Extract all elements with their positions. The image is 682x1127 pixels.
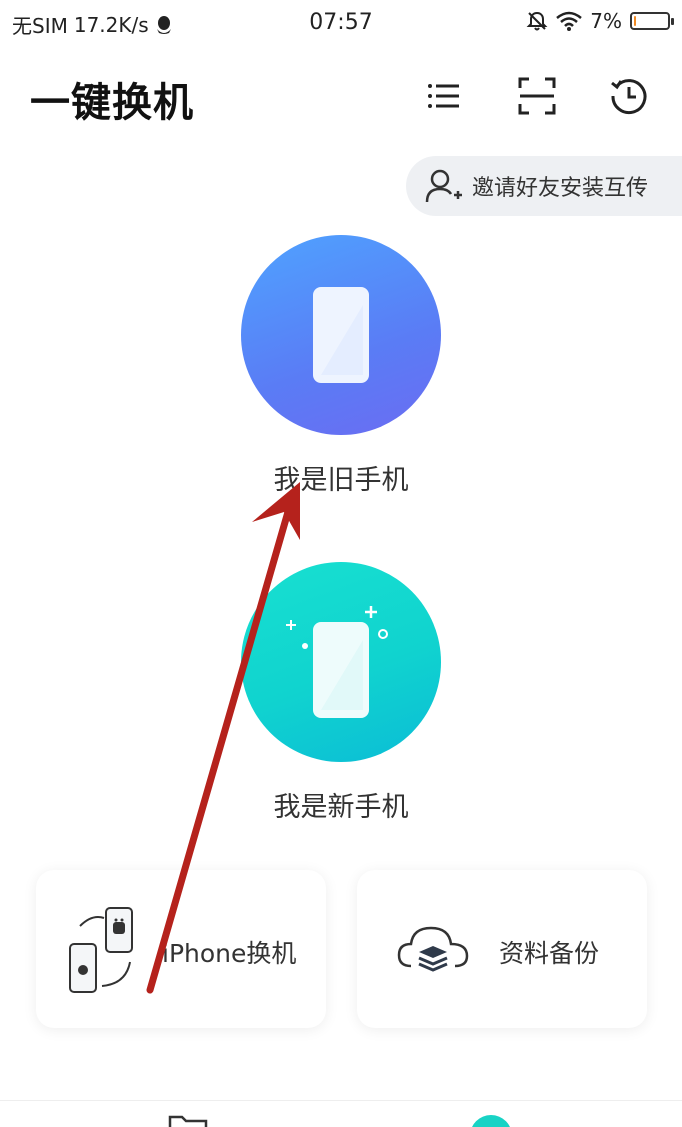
- status-right: 7%: [526, 9, 674, 33]
- list-icon[interactable]: [421, 74, 465, 118]
- new-phone-label[interactable]: 我是新手机: [0, 785, 682, 824]
- invite-label: 邀请好友安装互传: [472, 176, 649, 201]
- data-backup-label: 资料备份: [499, 939, 600, 968]
- old-phone-button[interactable]: [241, 235, 441, 435]
- old-phone-label[interactable]: 我是旧手机: [0, 458, 682, 497]
- phone-icon: [313, 287, 369, 383]
- history-icon[interactable]: [607, 74, 651, 118]
- data-backup-card[interactable]: 资料备份: [357, 870, 647, 1028]
- iphone-transfer-label: iPhone换机: [162, 939, 297, 968]
- battery-icon: [630, 12, 674, 30]
- cloud-backup-icon: [397, 926, 469, 972]
- iphone-android-icon: [69, 907, 133, 993]
- scan-icon[interactable]: [515, 74, 559, 118]
- phone-sparkle-icon: [286, 606, 388, 718]
- battery-percent: 7%: [590, 9, 622, 33]
- wifi-icon: [556, 11, 583, 31]
- folder-icon[interactable]: [168, 1113, 208, 1127]
- add-user-icon: [425, 169, 462, 203]
- transfer-tab-icon[interactable]: [470, 1115, 512, 1127]
- page-title: 一键换机: [30, 80, 194, 126]
- battery-fill: [634, 16, 636, 26]
- screen: 无SIM 17.2K/s 07:57 7% 一键换机 邀请好友安装互传 我是旧手…: [0, 0, 682, 1127]
- iphone-transfer-card[interactable]: iPhone换机: [36, 870, 326, 1028]
- new-phone-button[interactable]: [241, 562, 441, 762]
- status-bar: 无SIM 17.2K/s 07:57 7%: [0, 0, 682, 48]
- invite-friends-button[interactable]: 邀请好友安装互传: [406, 156, 682, 216]
- bottom-nav: [0, 1100, 682, 1127]
- mute-bell-icon: [526, 11, 548, 31]
